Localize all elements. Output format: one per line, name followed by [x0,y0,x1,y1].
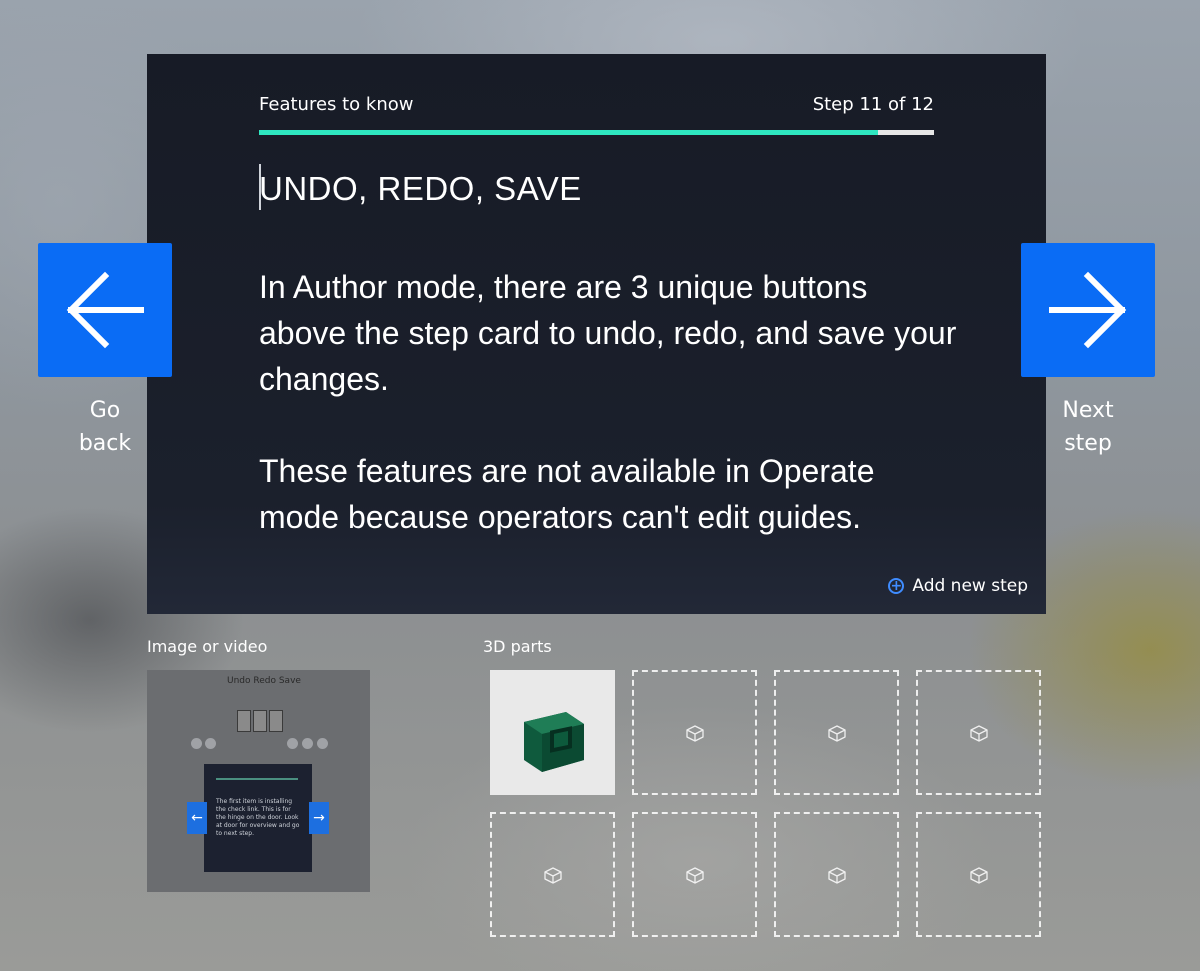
thumbnail-right-arrow-icon: → [309,802,329,834]
thumbnail-circle [287,738,298,749]
add-new-step-label: Add new step [912,576,1028,596]
cube-icon [827,866,846,884]
thumbnail-circle [302,738,313,749]
go-back-button[interactable] [38,243,172,377]
part-slot-empty[interactable] [916,812,1041,937]
progress-fill [259,130,878,135]
cube-icon [969,866,988,884]
3d-parts-grid [490,670,1041,937]
go-back-label: Go back [78,398,132,456]
thumbnail-circle [317,738,328,749]
step-paragraph-1: In Author mode, there are 3 unique butto… [259,269,957,397]
image-or-video-label: Image or video [147,637,268,656]
step-description[interactable]: In Author mode, there are 3 unique butto… [259,264,959,586]
part-slot-empty[interactable] [774,670,899,795]
thumbnail-circle [191,738,202,749]
next-step-label: Next step [1062,398,1114,456]
card-header: Features to know Step 11 of 12 [259,94,934,118]
step-title[interactable]: UNDO, REDO, SAVE [259,170,582,208]
thumbnail-undo-box [237,710,251,732]
thumbnail-progress [216,778,298,780]
cube-icon [685,866,704,884]
step-counter: Step 11 of 12 [812,94,934,115]
arrow-right-icon [1049,271,1127,349]
cube-icon [969,724,988,742]
thumbnail-redo-box [253,710,267,732]
thumbnail-left-arrow-icon: ← [187,802,207,834]
step-paragraph-2: These features are not available in Oper… [259,453,875,535]
part-slot-filled[interactable] [490,670,615,795]
part-slot-empty[interactable] [916,670,1041,795]
add-new-step-button[interactable]: + Add new step [888,576,1028,596]
section-title: Features to know [259,94,414,115]
thumbnail-card-text: The first item is installing the check l… [216,798,300,837]
cube-icon [543,866,562,884]
3d-parts-label: 3D parts [483,637,552,656]
green-bracket-model-icon [524,712,584,772]
thumbnail-circle [205,738,216,749]
cube-icon [685,724,704,742]
thumbnail-step-card: The first item is installing the check l… [204,764,312,872]
progress-bar [259,130,934,135]
thumbnail-top-labels: Undo Redo Save [227,676,301,686]
arrow-left-icon [66,271,144,349]
part-slot-empty[interactable] [774,812,899,937]
part-slot-empty[interactable] [632,812,757,937]
plus-circle-icon: + [888,578,905,594]
step-card: Features to know Step 11 of 12 UNDO, RED… [147,54,1046,614]
part-slot-empty[interactable] [490,812,615,937]
next-step-button[interactable] [1021,243,1155,377]
thumbnail-save-box [269,710,283,732]
cube-icon [827,724,846,742]
part-slot-empty[interactable] [632,670,757,795]
media-thumbnail[interactable]: Undo Redo Save The first item is install… [147,670,370,892]
